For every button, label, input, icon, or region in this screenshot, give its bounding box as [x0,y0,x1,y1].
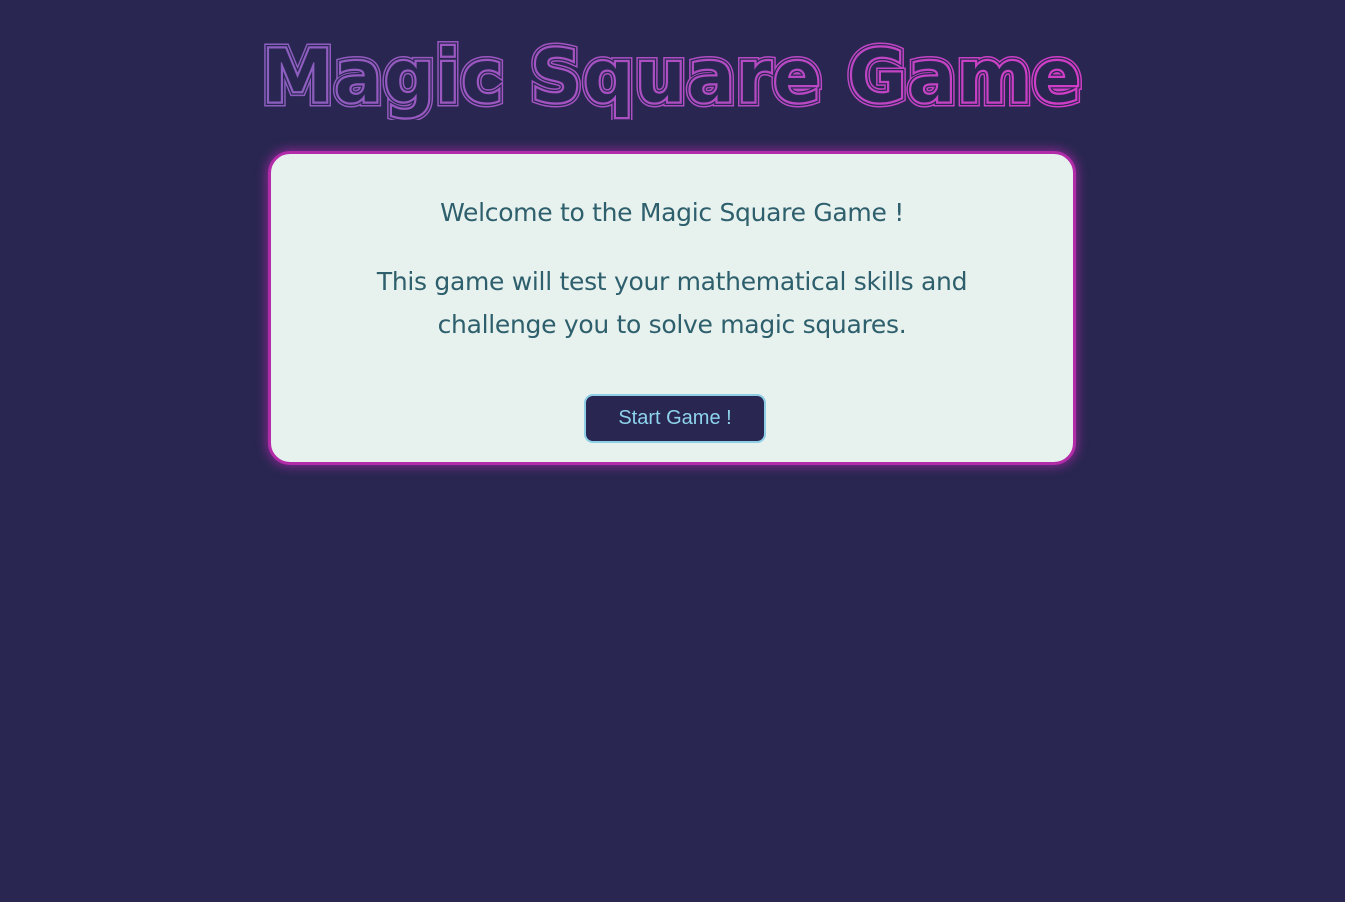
page-title-wrap: Magic Square Game Magic Square Game Magi… [0,30,1345,120]
page-title-graphic: Magic Square Game Magic Square Game Magi… [258,30,1086,120]
start-game-button[interactable]: Start Game ! [584,394,766,443]
game-description: This game will test your mathematical sk… [376,267,968,339]
welcome-card: Welcome to the Magic Square Game ! This … [268,151,1076,465]
page-title: Magic Square Game [262,34,1082,120]
welcome-heading: Welcome to the Magic Square Game ! [440,198,904,227]
